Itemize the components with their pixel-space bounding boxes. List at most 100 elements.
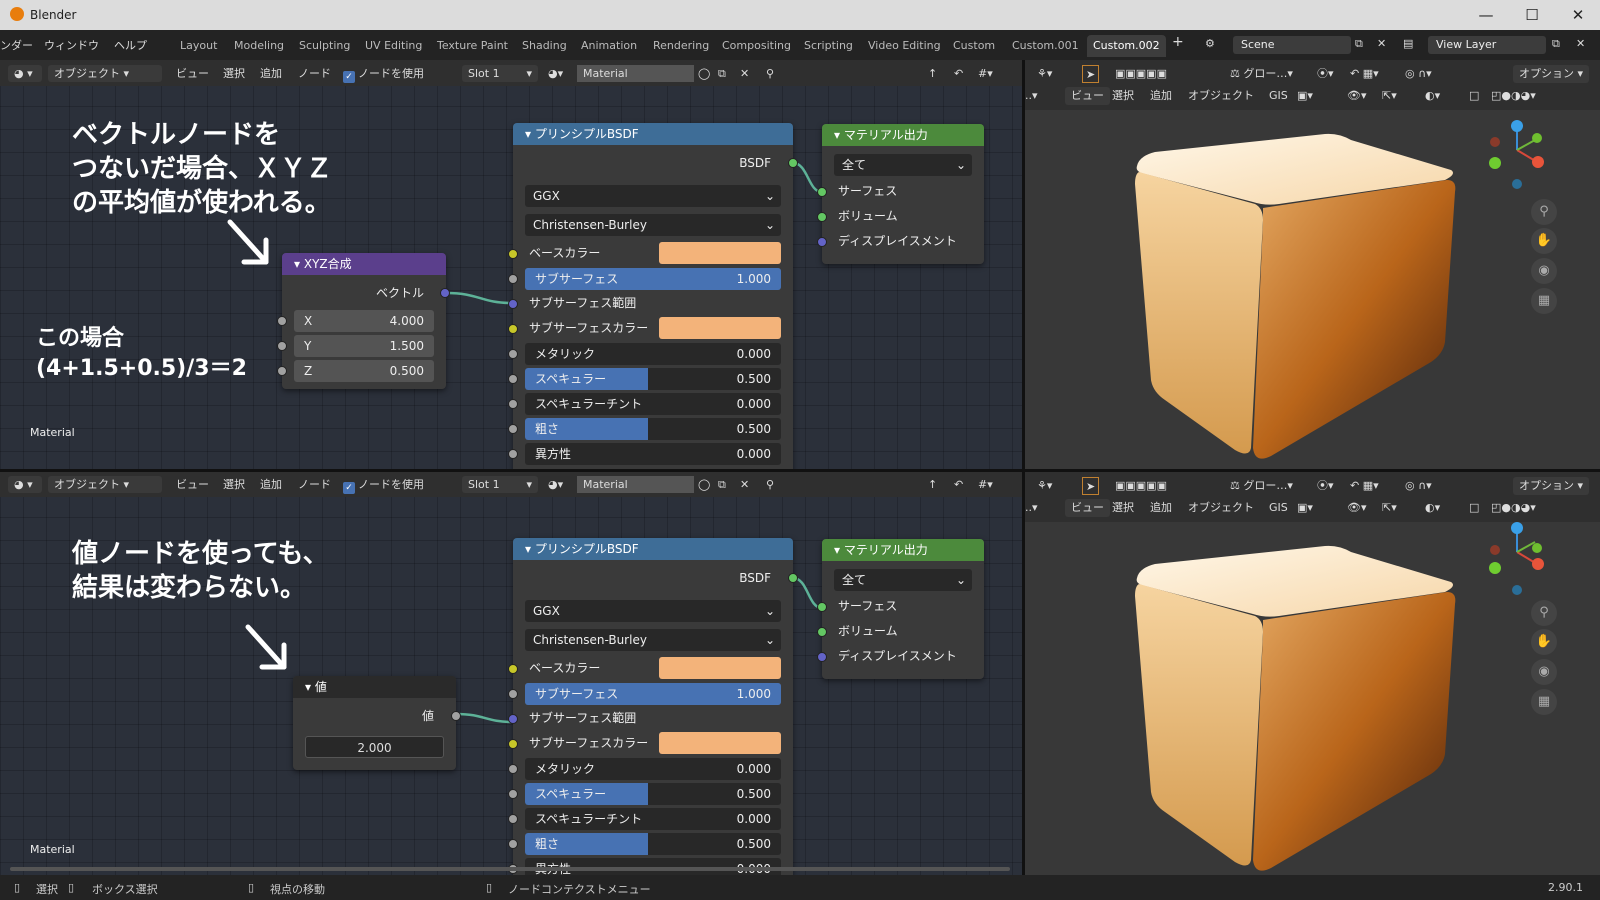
y-field[interactable]: Y 1.500 (294, 335, 434, 357)
specular-tint-field[interactable]: スペキュラーチント 0.000 (525, 393, 781, 415)
shading-modes-icon[interactable]: ◰●◑◕▾ (1491, 87, 1536, 105)
subsurface-color-swatch[interactable] (659, 317, 781, 339)
view-menu[interactable]: ビュー (1065, 499, 1110, 517)
x-input-socket[interactable] (277, 316, 287, 326)
roughness-socket[interactable] (508, 839, 518, 849)
visibility-icon[interactable]: 👁▾ (1347, 87, 1367, 105)
volume-socket[interactable] (817, 212, 827, 222)
bsdf-output-socket[interactable] (788, 158, 798, 168)
pivot-icon[interactable]: ⦿▾ (1317, 477, 1334, 495)
base-color-swatch[interactable] (659, 242, 781, 264)
roughness-field[interactable]: 粗さ 0.500 (525, 418, 781, 440)
select-tool-icon[interactable]: ➤ (1082, 65, 1100, 83)
y-input-socket[interactable] (277, 341, 287, 351)
options-dropdown[interactable]: オプション ▾ (1513, 65, 1590, 83)
xray-icon[interactable]: □ (1469, 87, 1479, 105)
zoom-icon[interactable]: ⚲ (1531, 199, 1557, 225)
collapse-arrow-icon[interactable]: ▾ (525, 542, 535, 556)
target-dropdown[interactable]: 全て ⌄ (834, 569, 972, 591)
surface-socket[interactable] (817, 602, 827, 612)
collapse-arrow-icon[interactable]: ▾ (834, 128, 844, 142)
metallic-field[interactable]: メタリック 0.000 (525, 343, 781, 365)
add-menu[interactable]: 追加 (1150, 87, 1172, 105)
view-layer-copy-icon[interactable]: ⧉ (1552, 37, 1560, 51)
collapse-arrow-icon[interactable]: ▾ (294, 257, 304, 271)
material-output-header[interactable]: ▾ マテリアル出力 (822, 124, 984, 146)
transform-orientation-icon[interactable]: ⚘▾ (1037, 477, 1052, 495)
tab-shading[interactable]: Shading (522, 39, 567, 52)
collapse-arrow-icon[interactable]: ▾ (834, 543, 844, 557)
specular-socket[interactable] (508, 789, 518, 799)
combine-xyz-header[interactable]: ▾ XYZ合成 (282, 253, 446, 275)
gis-menu[interactable]: GIS (1269, 87, 1288, 105)
value-node-header[interactable]: ▾ 値 (293, 676, 456, 698)
value-field[interactable]: 2.000 (305, 736, 444, 758)
overlay-icon[interactable]: ◐▾ (1425, 87, 1440, 105)
close-button[interactable]: ✕ (1555, 2, 1600, 28)
menu-window[interactable]: ウィンドウ (44, 37, 99, 53)
tab-video-editing[interactable]: Video Editing (868, 39, 941, 52)
subsurface-color-socket[interactable] (508, 739, 518, 749)
specular-socket[interactable] (508, 374, 518, 384)
menu-help[interactable]: ヘルプ (114, 37, 147, 53)
x-field[interactable]: X 4.000 (294, 310, 434, 332)
metallic-field[interactable]: メタリック 0.000 (525, 758, 781, 780)
options-dropdown[interactable]: オプション ▾ (1513, 477, 1590, 495)
node-editor-bottom[interactable]: ◕ ▾ オブジェクト ▾ ビュー 選択 追加 ノード ✓ ノードを使用 Slot … (0, 471, 1022, 875)
subsurface-method-dropdown[interactable]: Christensen-Burley ⌄ (525, 629, 781, 651)
subsurface-radius-socket[interactable] (508, 299, 518, 309)
gis-icon[interactable]: ▣▾ (1297, 87, 1313, 105)
base-color-swatch[interactable] (659, 657, 781, 679)
view-menu[interactable]: ビュー (1065, 87, 1110, 105)
add-workspace-icon[interactable]: + (1172, 34, 1184, 50)
zoom-icon[interactable]: ⚲ (1531, 600, 1557, 626)
subsurface-method-dropdown[interactable]: Christensen-Burley ⌄ (525, 214, 781, 236)
volume-socket[interactable] (817, 627, 827, 637)
camera-icon[interactable]: ◉ (1531, 258, 1557, 284)
pan-hand-icon[interactable]: ✋ (1531, 228, 1557, 254)
tab-custom[interactable]: Custom (953, 39, 995, 52)
viewport-top[interactable]: ⚘▾ ➤ ▣▣▣▣▣ ⚖ グロー…▾ ⦿▾ ↶ ▦▾ ◎ ∩▾ オプション ▾ … (1025, 60, 1600, 469)
view-layer-icon[interactable]: ▤ (1403, 37, 1413, 50)
base-color-socket[interactable] (508, 249, 518, 259)
minimize-button[interactable]: — (1463, 2, 1509, 28)
subsurface-radius-socket[interactable] (508, 714, 518, 724)
transform-dropdown[interactable]: ⚖ グロー…▾ (1230, 65, 1293, 83)
maximize-button[interactable]: ☐ (1509, 2, 1555, 28)
displacement-socket[interactable] (817, 652, 827, 662)
target-dropdown[interactable]: 全て ⌄ (834, 154, 972, 176)
select-mode-icons[interactable]: ▣▣▣▣▣ (1115, 477, 1167, 495)
specular-field[interactable]: スペキュラー 0.500 (525, 783, 781, 805)
z-field[interactable]: Z 0.500 (294, 360, 434, 382)
bsdf-header[interactable]: ▾ プリンシプルBSDF (513, 123, 793, 145)
subsurface-color-socket[interactable] (508, 324, 518, 334)
specular-tint-socket[interactable] (508, 814, 518, 824)
base-color-socket[interactable] (508, 664, 518, 674)
collapse-arrow-icon[interactable]: ▾ (525, 127, 535, 141)
xray-icon[interactable]: □ (1469, 499, 1479, 517)
mode-dropdown[interactable]: ..▾ (1025, 499, 1038, 517)
select-tool-icon[interactable]: ➤ (1082, 477, 1100, 495)
pivot-icon[interactable]: ⦿▾ (1317, 65, 1334, 83)
tab-animation[interactable]: Animation (581, 39, 637, 52)
shading-modes-icon[interactable]: ◰●◑◕▾ (1491, 499, 1536, 517)
material-output-node[interactable]: ▾ マテリアル出力 全て ⌄ サーフェス ボリューム ディスプレイスメント (817, 539, 984, 679)
subsurface-field[interactable]: サブサーフェス 1.000 (525, 268, 781, 290)
value-output-socket[interactable] (451, 711, 461, 721)
visibility-icon[interactable]: 👁▾ (1347, 499, 1367, 517)
subsurface-socket[interactable] (508, 274, 518, 284)
tab-custom-001[interactable]: Custom.001 (1012, 39, 1079, 52)
scene-copy-icon[interactable]: ⧉ (1355, 37, 1363, 51)
specular-tint-field[interactable]: スペキュラーチント 0.000 (525, 808, 781, 830)
material-output-node[interactable]: ▾ マテリアル出力 全て ⌄ サーフェス ボリューム ディスプレイスメント (817, 124, 984, 264)
principled-bsdf-node[interactable]: ▾ プリンシプルBSDF BSDF GGX ⌄ Christensen-Burle… (508, 538, 798, 875)
principled-bsdf-node[interactable]: ▾ プリンシプルBSDF BSDF GGX ⌄ Christensen-Burle… (508, 123, 798, 470)
scene-delete-icon[interactable]: ✕ (1377, 37, 1386, 50)
specular-tint-socket[interactable] (508, 399, 518, 409)
horizontal-scrollbar[interactable] (10, 867, 1010, 871)
specular-field[interactable]: スペキュラー 0.500 (525, 368, 781, 390)
snap-icon[interactable]: ↶ ▦▾ (1350, 477, 1379, 495)
gis-icon[interactable]: ▣▾ (1297, 499, 1313, 517)
grid-icon[interactable]: ▦ (1531, 288, 1557, 314)
distribution-dropdown[interactable]: GGX ⌄ (525, 600, 781, 622)
